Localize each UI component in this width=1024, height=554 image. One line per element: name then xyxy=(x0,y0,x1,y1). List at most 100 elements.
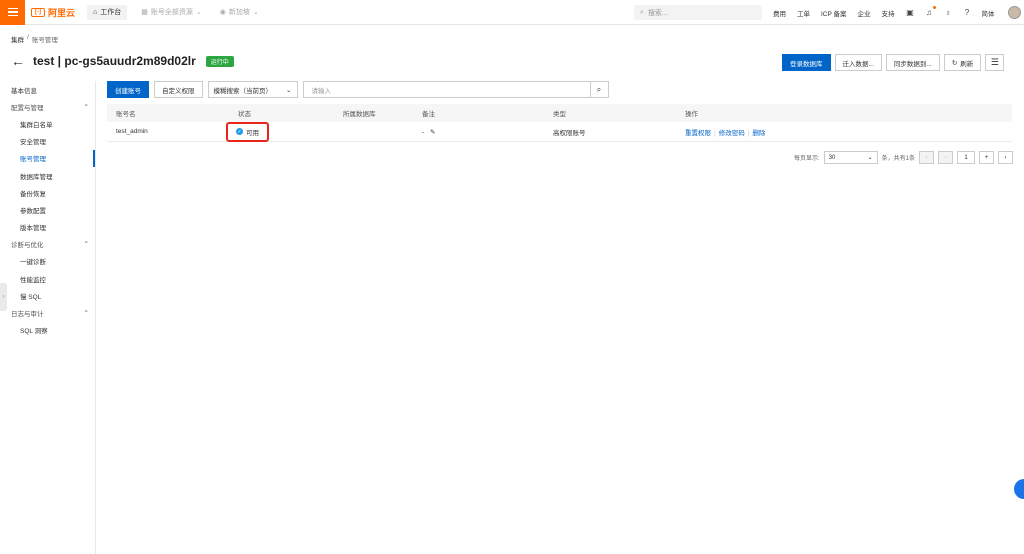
chevron-up-icon: ⌃ xyxy=(83,103,89,111)
divider: | xyxy=(747,129,750,137)
hamburger-menu-icon[interactable] xyxy=(0,0,25,25)
location-icon: ◉ xyxy=(219,9,226,16)
sidebar-item-label: 慢 SQL xyxy=(20,293,42,301)
col-header-name: 账号名 xyxy=(116,111,136,118)
sidebar-item-label: 性能监控 xyxy=(20,276,46,284)
chevron-down-icon: ⌄ xyxy=(252,9,259,16)
check-circle-icon: ✓ xyxy=(236,128,243,135)
pagination: 每页显示: 30 ⌄ 条，共有1条 ‹ − 1 + › xyxy=(794,151,1014,164)
sidebar-item-databases[interactable]: 数据库管理 xyxy=(0,167,95,184)
breadcrumb-current: 账号管理 xyxy=(31,37,58,44)
global-search-input[interactable]: ⌕ 搜索... xyxy=(634,5,762,20)
sidebar-item-label: 参数配置 xyxy=(20,207,46,215)
sidebar-item-slow-sql[interactable]: 慢 SQL xyxy=(0,287,95,304)
reset-permission-link[interactable]: 重置权限 xyxy=(685,130,711,137)
sidebar: 基本信息 配置与管理 ⌃ 集群白名单 安全管理 账号管理 数据库管理 备份恢复 参… xyxy=(0,81,96,554)
chevron-up-icon: ⌃ xyxy=(83,310,89,318)
billing-link[interactable]: 费用 xyxy=(773,8,786,18)
sidebar-item-whitelist[interactable]: 集群白名单 xyxy=(0,115,95,132)
table-row: test_admin ✓ 可用 - ✎ 高权限账号 重置权限 | 修改密码 | 删除 xyxy=(107,121,1012,142)
language-switch[interactable]: 简体 xyxy=(982,8,995,18)
decrement-page-icon[interactable]: − xyxy=(938,151,954,164)
enterprise-link[interactable]: 企业 xyxy=(858,8,871,18)
logo-text: 阿里云 xyxy=(48,7,76,18)
region-dropdown[interactable]: ◉ 新加坡 ⌄ xyxy=(220,7,259,17)
account-status-label: 可用 xyxy=(246,129,259,137)
account-type: 高权限账号 xyxy=(553,129,586,137)
ticket-link[interactable]: 工单 xyxy=(797,8,810,18)
aliyun-logo[interactable]: [-] 阿里云 xyxy=(31,6,75,19)
sidebar-item-one-click-diagnosis[interactable]: 一键诊断 xyxy=(0,253,95,270)
region-dropdown-label: 新加坡 xyxy=(228,9,250,16)
sidebar-item-security[interactable]: 安全管理 xyxy=(0,133,95,150)
change-password-link[interactable]: 修改密码 xyxy=(719,130,745,137)
page-number-input[interactable]: 1 xyxy=(957,151,976,164)
help-icon[interactable]: ? xyxy=(963,8,972,17)
account-remark: - ✎ xyxy=(422,128,553,136)
bell-icon[interactable]: ♫ xyxy=(925,6,936,17)
delete-link[interactable]: 删除 xyxy=(752,130,765,137)
support-link[interactable]: 支持 xyxy=(882,8,895,18)
workbench-label: 工作台 xyxy=(100,9,122,16)
chevron-right-icon: › xyxy=(2,294,5,300)
create-account-button[interactable]: 创建账号 xyxy=(107,81,149,98)
sidebar-item-label: 一键诊断 xyxy=(20,259,46,267)
per-page-value: 30 xyxy=(828,154,836,161)
next-page-icon[interactable]: › xyxy=(998,151,1014,164)
migrate-data-button[interactable]: 迁入数据... xyxy=(834,54,882,71)
breadcrumb-cluster[interactable]: 集群 xyxy=(11,34,24,44)
account-name: test_admin xyxy=(116,128,148,135)
back-arrow-icon[interactable]: ← xyxy=(11,54,25,68)
col-header-status: 状态 xyxy=(238,111,251,118)
per-page-select[interactable]: 30 ⌄ xyxy=(823,151,878,164)
increment-page-icon[interactable]: + xyxy=(979,151,995,164)
custom-permission-button[interactable]: 自定义权限 xyxy=(154,81,203,98)
col-header-type: 类型 xyxy=(553,111,566,118)
login-database-button[interactable]: 登录数据库 xyxy=(782,54,831,71)
resource-dropdown-label: 账号全部资源 xyxy=(150,9,193,16)
sidebar-item-backup[interactable]: 备份恢复 xyxy=(0,184,95,201)
refresh-button[interactable]: ↻ 刷新 xyxy=(943,54,982,71)
lightbulb-icon[interactable]: ♁ xyxy=(944,8,953,17)
terminal-icon[interactable]: ▣ xyxy=(906,8,915,17)
sidebar-collapse-handle[interactable]: › xyxy=(0,283,7,311)
search-icon[interactable]: ⌕ xyxy=(589,81,609,98)
sidebar-item-params[interactable]: 参数配置 xyxy=(0,201,95,218)
accounts-table: 账号名 状态 所属数据库 备注 类型 操作 test_admin ✓ 可用 - … xyxy=(107,104,1012,142)
resource-icon: ▦ xyxy=(141,9,148,16)
sidebar-item-basic-info[interactable]: 基本信息 xyxy=(0,81,95,98)
sidebar-group-diagnosis[interactable]: 诊断与优化 ⌃ xyxy=(0,236,95,253)
user-avatar[interactable] xyxy=(1007,6,1021,19)
sidebar-group-logs[interactable]: 日志与审计 ⌃ xyxy=(0,304,95,321)
prev-page-icon[interactable]: ‹ xyxy=(919,151,935,164)
sidebar-group-label: 诊断与优化 xyxy=(11,242,44,250)
edit-pencil-icon[interactable]: ✎ xyxy=(430,129,435,136)
create-account-label: 创建账号 xyxy=(115,87,141,95)
sidebar-item-monitoring[interactable]: 性能监控 xyxy=(0,270,95,287)
icp-link[interactable]: ICP 备案 xyxy=(821,8,847,18)
sidebar-item-label: 集群白名单 xyxy=(20,121,53,129)
sidebar-group-label: 配置与管理 xyxy=(11,104,44,112)
sidebar-group-config[interactable]: 配置与管理 ⌃ xyxy=(0,98,95,115)
sidebar-item-label: 备份恢复 xyxy=(20,190,46,198)
divider: | xyxy=(714,129,716,137)
table-header: 账号名 状态 所属数据库 备注 类型 操作 xyxy=(107,104,1012,122)
home-icon: ⌂ xyxy=(93,8,98,16)
search-mode-select[interactable]: 模糊搜索（当前页） ⌄ xyxy=(207,81,298,98)
resource-group-dropdown[interactable]: ▦ 账号全部资源 ⌄ xyxy=(141,7,202,17)
workbench-button[interactable]: ⌂ 工作台 xyxy=(87,4,128,20)
logo-mark-icon: [-] xyxy=(31,7,45,17)
sidebar-item-sql-insight[interactable]: SQL 洞察 xyxy=(0,322,95,339)
sidebar-item-label: 账号管理 xyxy=(20,156,46,164)
sidebar-item-label: 版本管理 xyxy=(20,225,46,233)
refresh-label: 刷新 xyxy=(960,60,974,68)
chevron-up-icon: ⌃ xyxy=(83,241,89,249)
account-search-input[interactable]: 请输入 ⌕ xyxy=(302,81,609,98)
sidebar-item-version[interactable]: 版本管理 xyxy=(0,219,95,236)
notification-dot xyxy=(932,6,936,9)
sidebar-item-label: 基本信息 xyxy=(11,87,37,95)
floating-assistant-button[interactable] xyxy=(1014,479,1024,499)
sync-data-button[interactable]: 同步数据到... xyxy=(885,54,940,71)
column-settings-icon[interactable]: ☰ xyxy=(985,54,1005,71)
sidebar-item-accounts[interactable]: 账号管理 xyxy=(0,149,95,167)
